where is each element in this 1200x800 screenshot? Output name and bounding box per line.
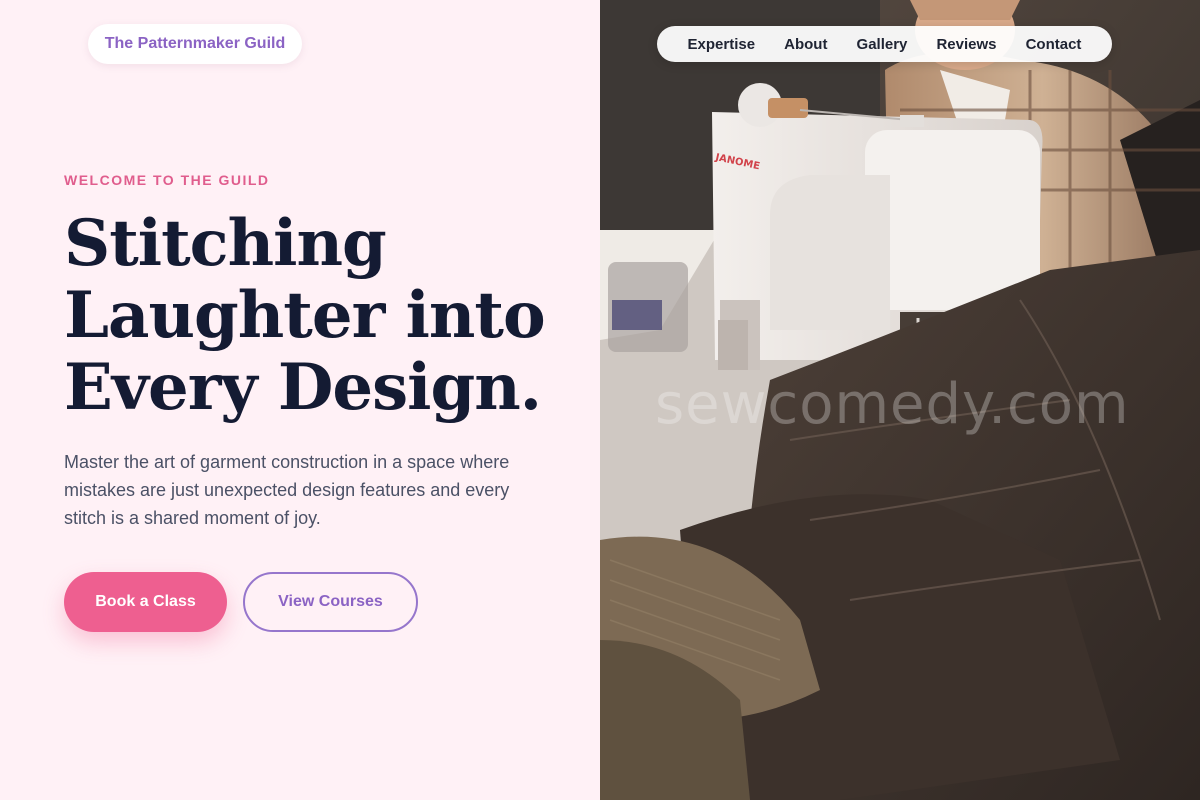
nav-expertise[interactable]: Expertise	[688, 36, 756, 53]
nav-reviews[interactable]: Reviews	[936, 36, 996, 53]
book-class-button[interactable]: Book a Class	[64, 572, 227, 632]
main-nav: Expertise About Gallery Reviews Contact	[657, 26, 1112, 62]
hero-description: Master the art of garment construction i…	[64, 452, 510, 528]
headline-line-1: Stitching	[64, 206, 387, 281]
nav-about[interactable]: About	[784, 36, 827, 53]
nav-gallery[interactable]: Gallery	[857, 36, 908, 53]
watermark-text: sewcomedy.com	[655, 372, 1130, 437]
headline-line-3: Every Design.	[64, 350, 542, 425]
nav-contact[interactable]: Contact	[1026, 36, 1082, 53]
hero-eyebrow: WELCOME TO THE GUILD	[64, 172, 270, 188]
hero-headline: Stitching Laughter into Every Design.	[64, 208, 584, 424]
brand-logo[interactable]: The Patternmaker Guild	[88, 24, 302, 64]
view-courses-button[interactable]: View Courses	[243, 572, 418, 632]
headline-line-2: Laughter into	[64, 278, 546, 353]
hero-photo: JANOME sewcomedy.com	[600, 0, 1200, 800]
hero-left-panel: The Patternmaker Guild WELCOME TO THE GU…	[0, 0, 600, 800]
